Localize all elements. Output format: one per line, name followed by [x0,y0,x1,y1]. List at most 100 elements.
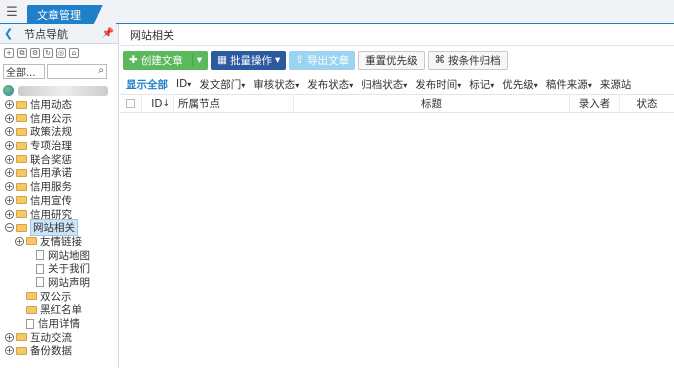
collapse-icon[interactable]: ❮ [4,27,18,40]
chevron-down-icon: ▾ [275,54,281,66]
copy-icon[interactable]: ⧉ [17,48,27,58]
globe-icon[interactable]: ◎ [56,48,66,58]
folder-icon [16,168,27,177]
home-icon[interactable]: ⌂ [69,48,79,58]
tree-node[interactable]: + 互动交流 [0,330,118,344]
chevron-down-icon: ▾ [490,80,495,90]
export-icon: ⇪ [295,54,305,66]
show-all-link[interactable]: 显示全部 [126,77,168,92]
tree-node[interactable]: + 信用服务 [0,180,118,194]
export-article-button[interactable]: ⇪ 导出文章 [289,50,356,70]
search-input[interactable]: ⌕ [47,63,107,79]
node-tree: + 信用动态 + 信用公示 + 政策法规 + 专项治理 + 联合奖惩 + 信用承诺 + 信用服务 + 信用宣传… [0,80,118,358]
tree-node[interactable]: + 信用公示 [0,111,118,125]
column-id[interactable]: ID ↓ [142,95,174,112]
filter-dropdown[interactable]: ID▾ [176,78,191,90]
filter-label: ID [176,78,188,90]
tree-node[interactable]: 黑红名单 [0,303,118,317]
tree-node[interactable]: + 备份数据 [0,344,118,358]
tree-root[interactable] [0,84,118,98]
search-icon[interactable]: ⌕ [98,65,104,76]
node-navigation-sidebar: ❮ 节点导航 📌 + ⧉ ⚙ ↻ ◎ ⌂ 全部... ⌕ + 信用动态 + 信用公示 + [0,24,119,368]
expand-icon[interactable]: + [5,346,14,356]
archive-by-condition-button[interactable]: ⌘ 按条件归档 [427,50,508,70]
expand-icon[interactable]: + [5,127,14,137]
menu-icon[interactable]: ☰ [0,0,24,24]
filter-dropdown[interactable]: 来源站 [600,77,632,92]
tree-node[interactable]: 双公示 [0,289,118,303]
tree-node[interactable]: + 专项治理 [0,139,118,153]
search-scope-select[interactable]: 全部... [3,63,45,79]
refresh-icon[interactable]: ↻ [43,48,53,58]
filter-dropdown[interactable]: 发文部门▾ [199,77,245,92]
column-status[interactable]: 状态 [620,95,674,112]
create-article-button[interactable]: ✚ 创建文章 ▾ [123,50,209,70]
filter-dropdown[interactable]: 优先级▾ [502,77,538,92]
column-node[interactable]: 所属节点 [174,95,294,112]
sidebar-title: 节点导航 [24,27,68,41]
filter-dropdown[interactable]: 发布时间▾ [415,77,461,92]
expand-icon[interactable]: + [5,209,14,219]
tree-node[interactable]: + 信用动态 [0,98,118,112]
filter-label: 审核状态 [253,78,296,91]
expand-icon[interactable]: + [5,195,14,205]
top-tab-bar: ☰ 文章管理 × [0,0,674,24]
collapse-icon[interactable]: − [5,223,14,233]
export-article-label: 导出文章 [307,54,350,67]
folder-icon [16,223,27,232]
chevron-down-icon[interactable]: ▾ [191,54,202,66]
pin-icon[interactable]: 📌 [102,28,114,39]
tree-node[interactable]: 关于我们 [0,262,118,276]
page-icon [36,250,44,261]
expand-icon[interactable]: + [5,141,14,151]
filter-dropdown[interactable]: 发布状态▾ [307,77,353,92]
batch-operation-button[interactable]: ▦ 批量操作 ▾ [211,50,287,70]
tree-node[interactable]: + 政策法规 [0,125,118,139]
main-panel: 网站相关 ✚ 创建文章 ▾ ▦ 批量操作 ▾ ⇪ 导出文章 重置优先级 ⌘ 按条… [120,24,674,368]
expand-icon[interactable]: + [5,332,14,342]
filter-label: 发文部门 [199,78,242,91]
expand-icon[interactable]: + [5,182,14,192]
settings-icon[interactable]: ⚙ [30,48,40,58]
action-toolbar: ✚ 创建文章 ▾ ▦ 批量操作 ▾ ⇪ 导出文章 重置优先级 ⌘ 按条件归档 [120,46,674,74]
filter-dropdown[interactable]: 归档状态▾ [361,77,407,92]
filter-dropdown[interactable]: 审核状态▾ [253,77,299,92]
batch-icon: ▦ [217,54,228,66]
column-title-label: 标题 [421,98,442,110]
tree-node[interactable]: + 信用宣传 [0,194,118,208]
filter-dropdown[interactable]: 稿件来源▾ [546,77,592,92]
filter-bar: 显示全部 ID▾ 发文部门▾ 审核状态▾ 发布状态▾ 归档状态▾ 发布时间▾ 标记▾ 优先级▾ 稿… [120,74,674,94]
folder-icon [16,155,27,164]
column-creator[interactable]: 录入者 [570,95,620,112]
expand-icon[interactable]: + [5,168,14,178]
chevron-down-icon: ▾ [295,80,300,90]
create-article-label: 创建文章 [140,54,183,67]
expand-icon[interactable]: + [5,154,14,164]
chevron-down-icon: ▾ [457,80,462,90]
tree-node[interactable]: 网站地图 [0,248,118,262]
folder-icon [16,196,27,205]
filter-dropdown[interactable]: 标记▾ [469,77,494,92]
tree-node[interactable]: + 信用承诺 [0,166,118,180]
add-node-icon[interactable]: + [4,48,14,58]
page-icon [26,318,34,329]
filter-label: 优先级 [502,78,534,91]
reset-priority-button[interactable]: 重置优先级 [358,50,425,70]
expand-icon[interactable]: + [5,100,14,110]
tree-node[interactable]: + 联合奖惩 [0,152,118,166]
sidebar-toolbar: + ⧉ ⚙ ↻ ◎ ⌂ [0,44,118,62]
filter-label: 标记 [469,78,491,91]
folder-icon [16,182,27,191]
expand-icon[interactable]: + [15,236,24,246]
filter-label: 显示全部 [126,78,168,91]
table-header: ID ↓ 所属节点 标题 录入者 状态 [120,94,674,113]
tree-node[interactable]: − 网站相关 [0,219,118,237]
expand-icon[interactable]: + [5,113,14,123]
column-title[interactable]: 标题 [294,95,570,112]
tree-node[interactable]: 网站声明 [0,276,118,290]
app-window: ☰ 文章管理 × ❮ 节点导航 📌 + ⧉ ⚙ ↻ ◎ ⌂ 全部... ⌕ [0,0,674,368]
tree-node[interactable]: + 友情链接 [0,235,118,249]
archive-by-condition-label: 按条件归档 [448,54,501,67]
select-all-checkbox[interactable] [126,99,135,108]
tree-node[interactable]: 信用详情 [0,317,118,331]
